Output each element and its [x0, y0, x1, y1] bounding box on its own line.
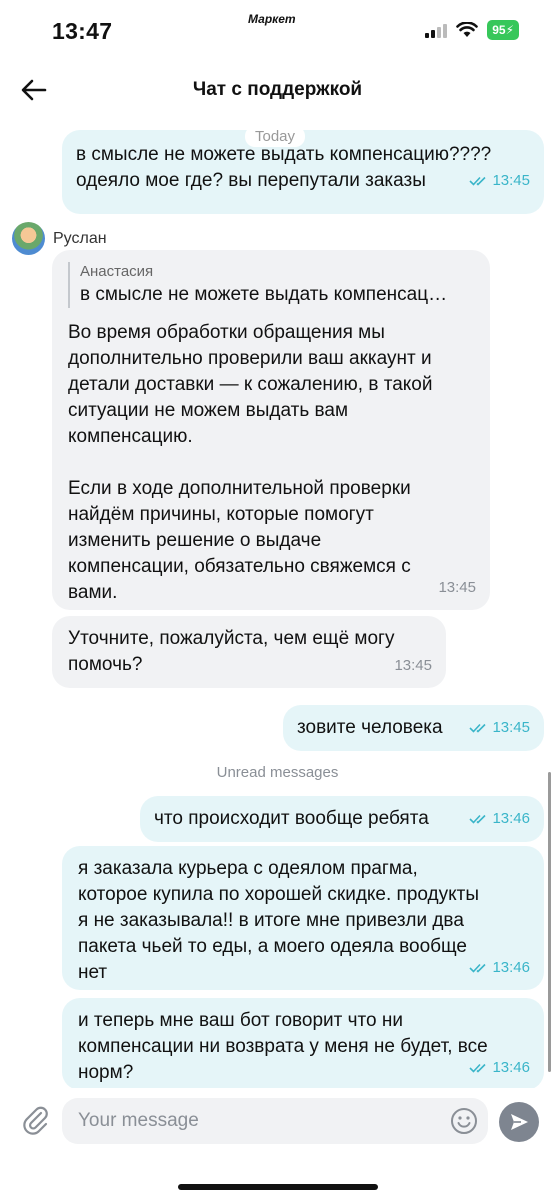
- emoji-button[interactable]: [450, 1107, 478, 1135]
- message-line: я заказала курьера с одеялом прагма,: [78, 858, 418, 879]
- sender-name: Руслан: [53, 229, 107, 247]
- chat-header: Чат с поддержкой: [0, 62, 555, 118]
- message-composer: [0, 1088, 555, 1200]
- message-meta: 13:45: [469, 715, 530, 741]
- smiley-icon: [451, 1108, 477, 1134]
- avatar: [12, 222, 45, 255]
- message-line: пакета чьей то еды, а моего одеяла вообщ…: [78, 936, 467, 957]
- wifi-icon: [456, 22, 479, 37]
- message-line: нет: [78, 962, 108, 983]
- message-time: 13:45: [492, 719, 530, 736]
- message-meta: 13:45: [469, 168, 530, 194]
- message-outgoing[interactable]: что происходит вообще ребята 13:46: [140, 796, 544, 842]
- message-meta: 13:46: [469, 1055, 530, 1081]
- send-button[interactable]: [499, 1102, 539, 1142]
- double-check-icon: [469, 963, 487, 973]
- message-line: изменить решение о выдаче: [68, 530, 322, 551]
- message-line: которое купила по хорошей скидке. продук…: [78, 884, 480, 905]
- message-incoming[interactable]: Уточните, пожалуйста, чем ещё могу помоч…: [52, 616, 446, 688]
- day-separator: Today: [245, 126, 306, 147]
- double-check-icon: [469, 814, 487, 824]
- status-bar: 13:47 Маркет 95⚡: [0, 0, 555, 62]
- double-check-icon: [469, 723, 487, 733]
- battery-indicator: 95⚡: [487, 20, 519, 40]
- status-time: 13:47: [52, 18, 113, 44]
- message-line: ситуации не можем выдать вам: [68, 400, 349, 421]
- message-line: помочь?: [68, 654, 143, 675]
- message-line: зовите человека: [297, 717, 443, 738]
- message-line: одеяло мое где? вы перепутали заказы: [76, 170, 426, 191]
- message-line: компенсации ни возврата у меня не будет,…: [78, 1036, 488, 1057]
- message-line: Во время обработки обращения мы: [68, 322, 385, 343]
- status-app-name: Маркет: [248, 12, 296, 26]
- message-line: Уточните, пожалуйста, чем ещё могу: [68, 628, 395, 649]
- message-line: норм?: [78, 1062, 134, 1083]
- message-line: и теперь мне ваш бот говорит что ни: [78, 1010, 403, 1031]
- status-icons: 95⚡: [425, 20, 519, 40]
- message-incoming[interactable]: Анастасия в смысле не можете выдать комп…: [52, 250, 490, 610]
- message-outgoing[interactable]: я заказала курьера с одеялом прагма, кот…: [62, 846, 544, 990]
- message-line: дополнительно проверили ваш аккаунт и: [68, 348, 432, 369]
- message-list[interactable]: в смысле не можете выдать компенсацию???…: [0, 118, 555, 1088]
- message-line: детали доставки — к сожалению, в такой: [68, 374, 433, 395]
- cellular-signal-icon: [425, 22, 448, 38]
- message-time: 13:46: [492, 1059, 530, 1076]
- message-line: найдём причины, которые помогут: [68, 504, 374, 525]
- message-time: 13:45: [438, 579, 476, 596]
- message-input-wrapper: [62, 1098, 488, 1144]
- message-line: что происходит вообще ребята: [154, 808, 429, 829]
- message-line: компенсацию.: [68, 426, 193, 447]
- message-meta: 13:46: [469, 955, 530, 981]
- home-indicator: [178, 1184, 378, 1190]
- message-input[interactable]: [78, 1098, 438, 1144]
- quoted-message[interactable]: Анастасия в смысле не можете выдать комп…: [68, 262, 474, 308]
- quote-author: Анастасия: [80, 263, 154, 280]
- paperclip-icon: [23, 1106, 48, 1135]
- scrollbar[interactable]: [548, 772, 551, 1072]
- message-line: вами.: [68, 582, 118, 603]
- message-time: 13:45: [394, 657, 432, 674]
- message-time: 13:46: [492, 959, 530, 976]
- send-icon: [511, 1114, 528, 1130]
- double-check-icon: [469, 176, 487, 186]
- message-outgoing[interactable]: и теперь мне ваш бот говорит что ни комп…: [62, 998, 544, 1088]
- message-line: компенсации, обязательно свяжемся с: [68, 556, 411, 577]
- message-meta: 13:46: [469, 806, 530, 832]
- battery-level: 95: [492, 23, 506, 37]
- page-title: Чат с поддержкой: [192, 79, 363, 100]
- message-outgoing[interactable]: зовите человека 13:45: [283, 705, 544, 751]
- message-line: Если в ходе дополнительной проверки: [68, 478, 411, 499]
- quote-text: в смысле не можете выдать компенсац…: [80, 284, 448, 305]
- attach-button[interactable]: [20, 1104, 52, 1136]
- unread-separator: Unread messages: [216, 764, 339, 781]
- message-line: я не заказывала!! в итоге мне привезли д…: [78, 910, 464, 931]
- message-time: 13:45: [492, 172, 530, 189]
- message-time: 13:46: [492, 810, 530, 827]
- message-line: в смысле не можете выдать компенсацию???…: [76, 144, 492, 165]
- double-check-icon: [469, 1063, 487, 1073]
